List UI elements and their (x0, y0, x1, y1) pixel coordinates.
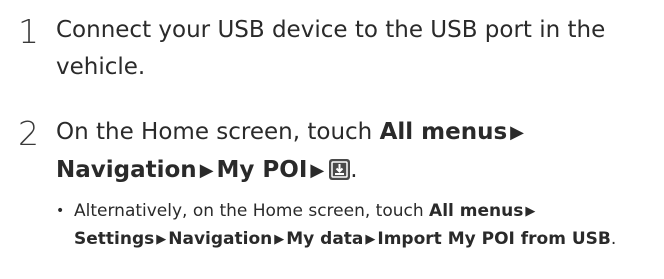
menu-my-poi: My POI (216, 157, 308, 183)
note-prefix: Alternatively, on the Home screen, touch (74, 201, 430, 221)
step-number: 2 (18, 114, 39, 153)
import-usb-icon (329, 159, 351, 180)
path-arrow: ▶ (310, 160, 325, 181)
menu-navigation: Navigation (168, 229, 273, 249)
note-suffix: . (610, 229, 617, 249)
note-text: Alternatively, on the Home screen, touch… (74, 198, 656, 254)
step-suffix: . (350, 157, 358, 183)
step-text: Connect your USB device to the USB port … (56, 17, 606, 80)
path-arrow: ▶ (510, 122, 524, 143)
menu-import-my-poi: Import My POI from USB (377, 229, 611, 249)
step-1: 1 Connect your USB device to the USB por… (18, 12, 656, 86)
menu-all-menus: All menus (379, 119, 508, 145)
alternative-note: • Alternatively, on the Home screen, tou… (56, 198, 656, 254)
step-number: 1 (18, 12, 39, 51)
menu-settings: Settings (74, 229, 155, 249)
menu-all-menus: All menus (429, 201, 524, 221)
path-arrow: ▶ (365, 232, 376, 247)
path-arrow: ▶ (274, 232, 285, 247)
menu-navigation: Navigation (56, 157, 197, 183)
step-2: 2 On the Home screen, touch All menus ▶ Na… (18, 114, 656, 190)
path-arrow: ▶ (199, 160, 214, 181)
path-arrow: ▶ (156, 232, 167, 247)
bullet: • (56, 203, 65, 219)
step-text: On the Home screen, touch All menus ▶ Navi… (56, 114, 656, 190)
step-prefix: On the Home screen, touch (56, 119, 380, 145)
menu-my-data: My data (286, 229, 364, 249)
path-arrow: ▶ (525, 204, 536, 219)
